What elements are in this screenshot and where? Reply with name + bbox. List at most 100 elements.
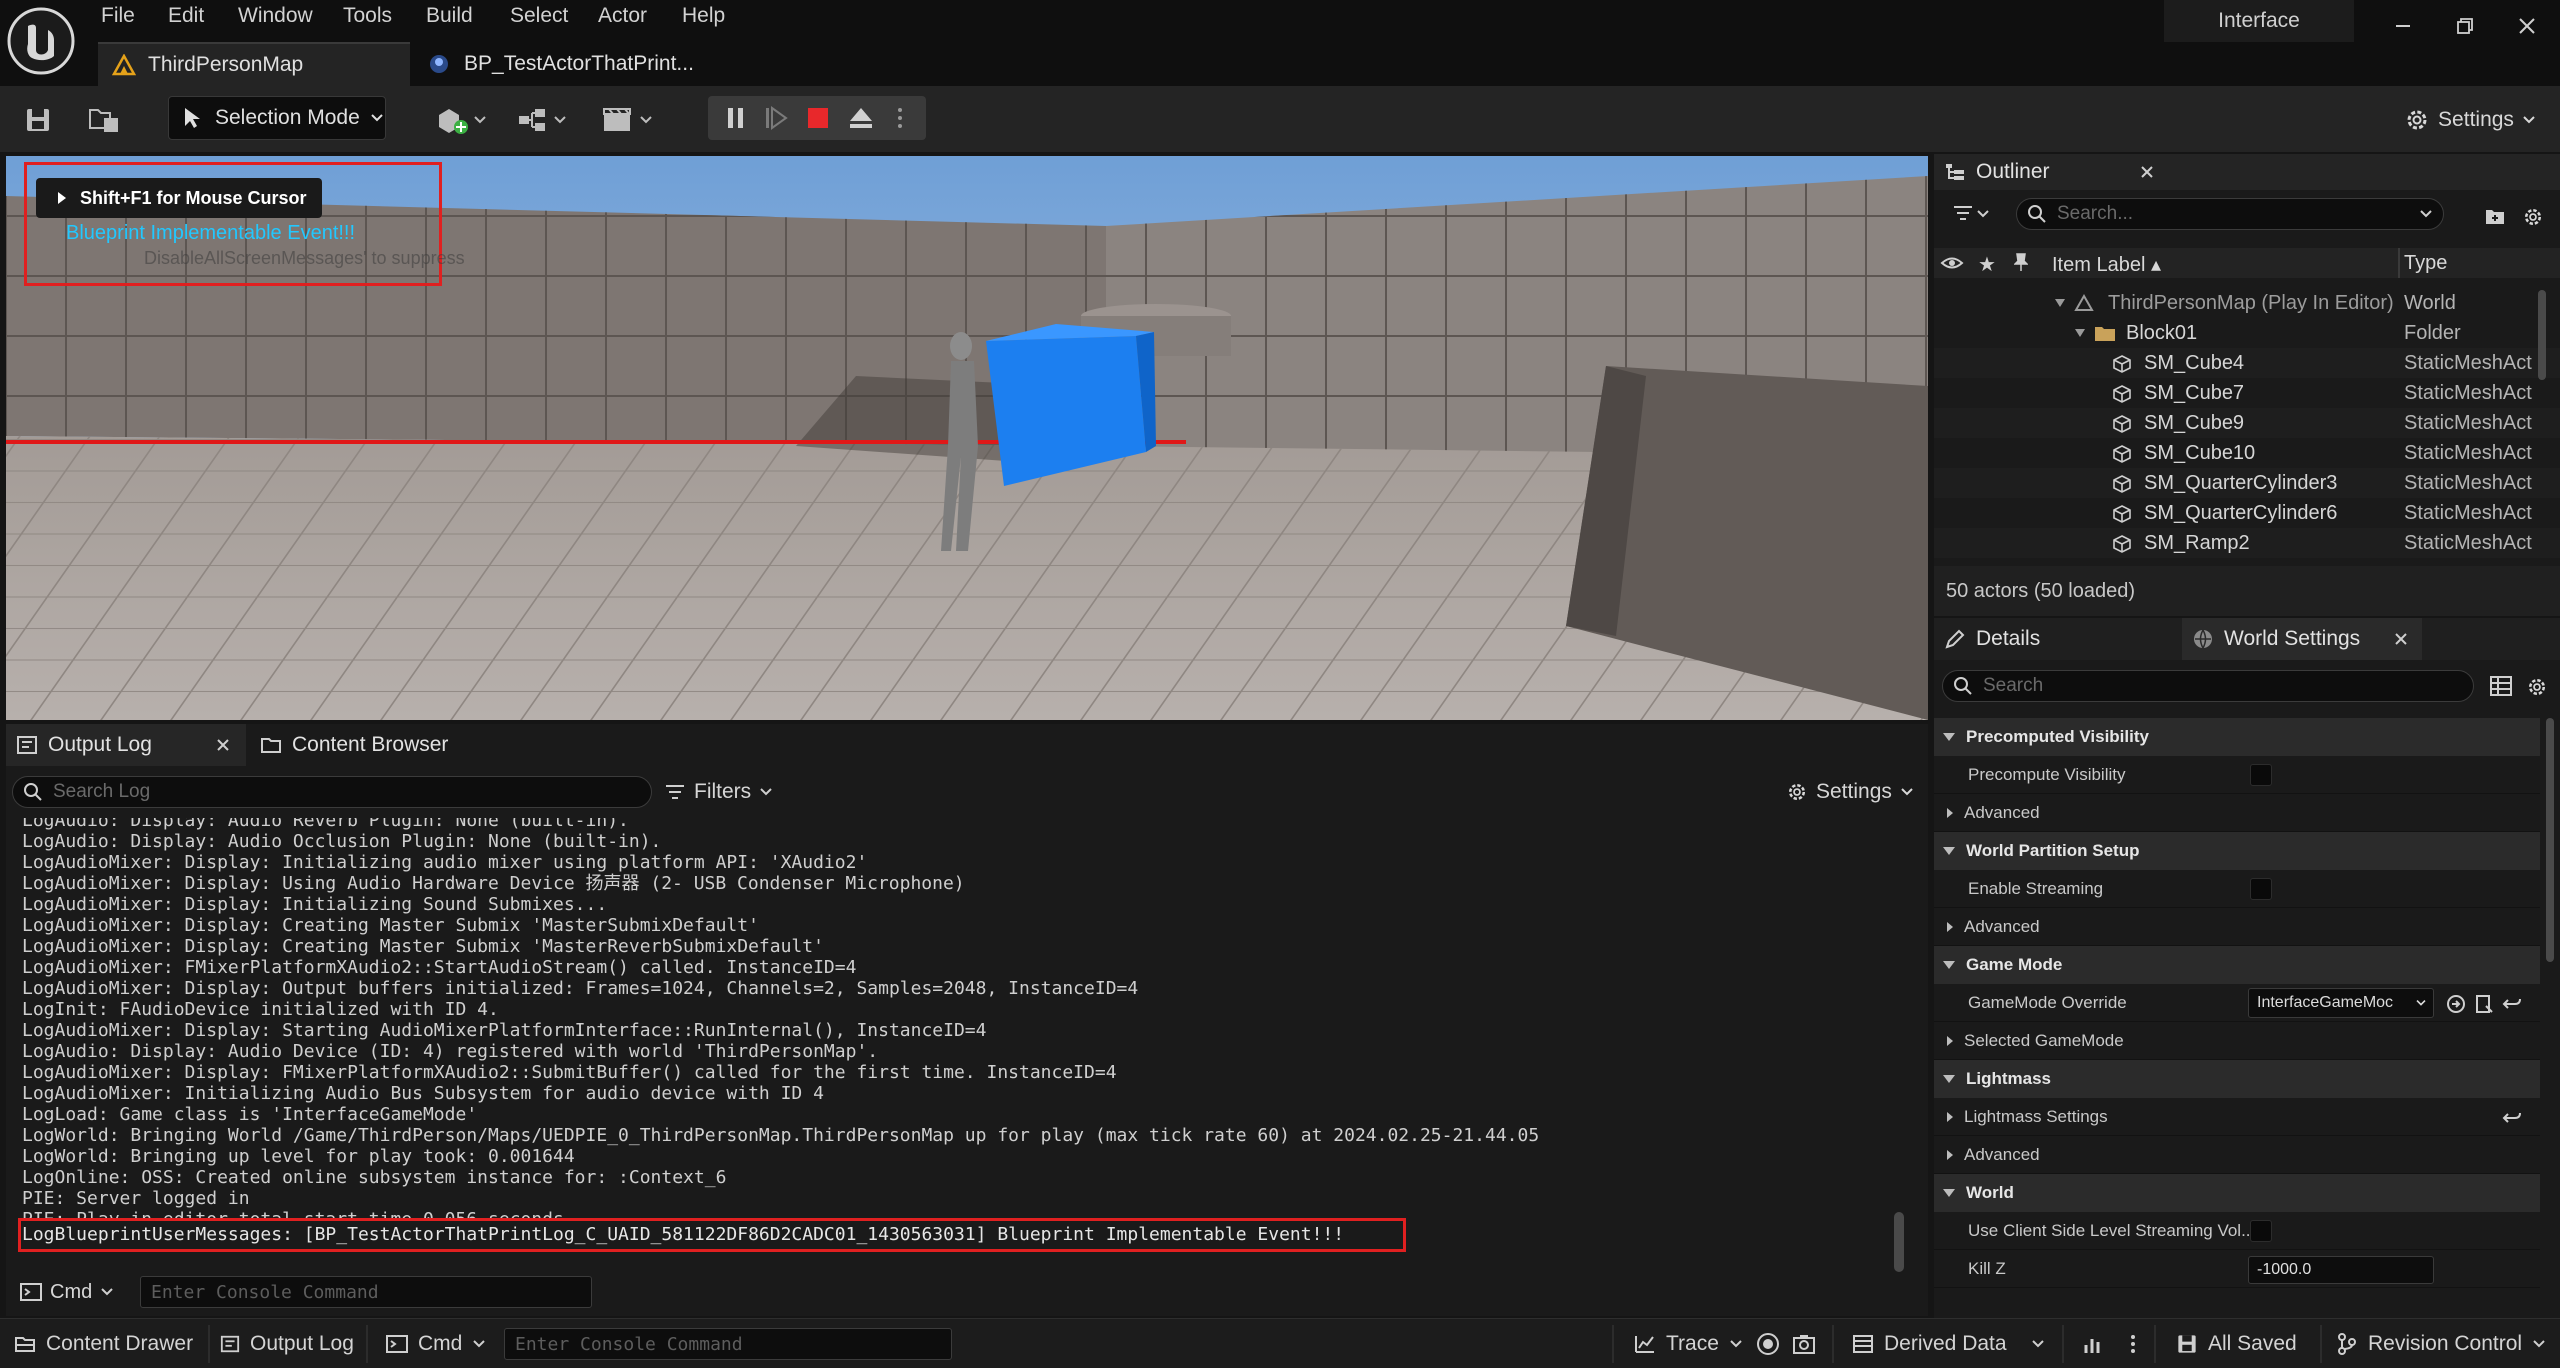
outliner-scrollbar[interactable] [2538, 290, 2546, 380]
tab-details[interactable]: Details [1934, 618, 2174, 660]
section-game-mode[interactable]: Game Mode [1934, 946, 2540, 984]
gamemode-override-dropdown[interactable]: InterfaceGameMoc [2248, 988, 2434, 1018]
outliner-row-mesh[interactable]: SM_Cube10 StaticMeshAct [1934, 438, 2560, 468]
close-icon[interactable] [216, 738, 230, 752]
log-settings-dropdown[interactable]: Settings [1786, 776, 1914, 808]
selection-mode-dropdown[interactable]: Selection Mode [168, 96, 386, 140]
reset-icon[interactable] [2502, 1108, 2522, 1128]
outliner-row-mesh[interactable]: SM_Ramp2 StaticMeshAct [1934, 528, 2560, 558]
menu-window[interactable]: Window [238, 4, 313, 32]
visibility-eye-icon[interactable] [1940, 254, 1964, 272]
outliner-row-mesh[interactable]: SM_Cube7 StaticMeshAct [1934, 378, 2560, 408]
menu-file[interactable]: File [101, 4, 135, 32]
tab-thirdpersonmap[interactable]: ThirdPersonMap [98, 42, 410, 86]
save-icon[interactable] [20, 98, 56, 142]
expand-arrow-icon[interactable] [2054, 298, 2066, 308]
cmd-dropdown[interactable]: Cmd [20, 1276, 114, 1308]
tab-world-settings[interactable]: World Settings [2182, 618, 2422, 660]
enable-streaming-checkbox[interactable] [2250, 878, 2272, 900]
precompute-visibility-checkbox[interactable] [2250, 764, 2272, 786]
star-icon[interactable]: ★ [1978, 252, 1996, 277]
log-scrollbar[interactable] [1894, 1212, 1904, 1272]
menu-edit[interactable]: Edit [168, 4, 204, 32]
unreal-logo-icon[interactable] [6, 6, 76, 76]
tab-output-log[interactable]: Output Log [6, 724, 246, 766]
content-drawer-button[interactable]: Content Drawer [14, 1319, 193, 1368]
restore-icon[interactable] [2440, 6, 2490, 46]
more-options-icon[interactable] [896, 106, 904, 130]
search-log-input[interactable]: Search Log [12, 776, 652, 808]
stats-icon[interactable] [2082, 1319, 2104, 1368]
row-advanced[interactable]: Advanced [1934, 908, 2540, 946]
cinematics-icon[interactable] [600, 98, 662, 142]
log-text-area[interactable]: LogAudio: Display: Audio Reverb Plugin: … [6, 818, 1906, 1260]
add-actor-icon[interactable] [434, 98, 494, 142]
outliner-search-input[interactable]: Search... [2016, 198, 2444, 230]
screenshot-icon[interactable] [1792, 1319, 1816, 1368]
row-advanced[interactable]: Advanced [1934, 794, 2540, 832]
filter-dropdown-icon[interactable] [1952, 204, 1992, 224]
gear-icon[interactable] [2526, 676, 2548, 698]
outliner-row-mesh[interactable]: SM_QuarterCylinder6 StaticMeshAct [1934, 498, 2560, 528]
output-log-button[interactable]: Output Log [220, 1319, 354, 1368]
blueprints-icon[interactable] [516, 98, 576, 142]
section-world-partition[interactable]: World Partition Setup [1934, 832, 2540, 870]
pause-icon[interactable] [724, 106, 748, 130]
pin-icon[interactable] [2014, 252, 2028, 272]
all-saved-button[interactable]: All Saved [2176, 1319, 2297, 1368]
browse-level-icon[interactable] [84, 98, 124, 142]
log-icon [220, 1335, 240, 1353]
layout-label[interactable]: Interface [2164, 0, 2354, 42]
section-world[interactable]: World [1934, 1174, 2540, 1212]
table-view-icon[interactable] [2490, 676, 2512, 696]
tab-content-browser[interactable]: Content Browser [250, 724, 470, 766]
kill-z-input[interactable]: -1000.0 [2248, 1256, 2434, 1284]
stop-icon[interactable] [806, 106, 830, 130]
statusbar-console-input[interactable]: Enter Console Command [504, 1328, 952, 1360]
revision-control-dropdown[interactable]: Revision Control [2336, 1319, 2546, 1368]
row-lightmass-settings[interactable]: Lightmass Settings [1934, 1098, 2540, 1136]
cmd-dropdown[interactable]: Cmd [386, 1319, 486, 1368]
row-advanced[interactable]: Advanced [1934, 1136, 2540, 1174]
outliner-row-world[interactable]: ThirdPersonMap (Play In Editor) World [1934, 288, 2560, 318]
row-selected-gamemode[interactable]: Selected GameMode [1934, 1022, 2540, 1060]
menu-build[interactable]: Build [426, 4, 473, 32]
open-asset-icon[interactable] [2474, 994, 2494, 1014]
close-icon[interactable] [2140, 165, 2154, 179]
section-lightmass[interactable]: Lightmass [1934, 1060, 2540, 1098]
eject-icon[interactable] [848, 106, 874, 130]
outliner-row-mesh[interactable]: SM_Cube9 StaticMeshAct [1934, 408, 2560, 438]
client-side-streaming-checkbox[interactable] [2250, 1220, 2272, 1242]
expand-arrow-icon[interactable] [2074, 328, 2086, 338]
column-item-label[interactable]: Item Label ▴ [2052, 252, 2161, 277]
add-folder-icon[interactable] [2484, 206, 2506, 226]
level-viewport[interactable]: Shift+F1 for Mouse Cursor Blueprint Impl… [6, 156, 1928, 720]
menu-select[interactable]: Select [510, 4, 568, 32]
frame-skip-icon[interactable] [764, 106, 788, 130]
menu-tools[interactable]: Tools [343, 4, 392, 32]
close-window-icon[interactable] [2502, 6, 2552, 46]
details-scrollbar[interactable] [2546, 718, 2554, 962]
tab-blueprint[interactable]: BP_TestActorThatPrint... [420, 42, 720, 86]
outliner-row-mesh[interactable]: SM_QuarterCylinder3 StaticMeshAct [1934, 468, 2560, 498]
filters-dropdown[interactable]: Filters [664, 776, 773, 808]
menu-actor[interactable]: Actor [598, 4, 647, 32]
settings-button[interactable]: Settings [2396, 98, 2544, 142]
close-icon[interactable] [2394, 632, 2408, 646]
type-header[interactable]: Type [2398, 252, 2447, 275]
console-command-input[interactable]: Enter Console Command [140, 1276, 592, 1308]
outliner-row-mesh[interactable]: SM_Cube4 StaticMeshAct [1934, 348, 2560, 378]
browse-asset-icon[interactable] [2446, 994, 2466, 1014]
more-options-icon[interactable] [2130, 1319, 2136, 1368]
trace-dropdown[interactable]: Trace [1634, 1319, 1743, 1368]
record-icon[interactable] [1756, 1319, 1780, 1368]
outliner-row-folder[interactable]: Block01 Folder [1934, 318, 2560, 348]
menu-help[interactable]: Help [682, 4, 725, 32]
section-precomputed-visibility[interactable]: Precomputed Visibility [1934, 718, 2540, 756]
derived-data-dropdown[interactable]: Derived Data [1852, 1319, 2045, 1368]
mouse-cursor-hint[interactable]: Shift+F1 for Mouse Cursor [36, 178, 322, 218]
reset-icon[interactable] [2502, 994, 2522, 1014]
details-search-input[interactable]: Search [1942, 670, 2474, 702]
gear-icon[interactable] [2522, 206, 2544, 228]
minimize-icon[interactable] [2378, 6, 2428, 46]
